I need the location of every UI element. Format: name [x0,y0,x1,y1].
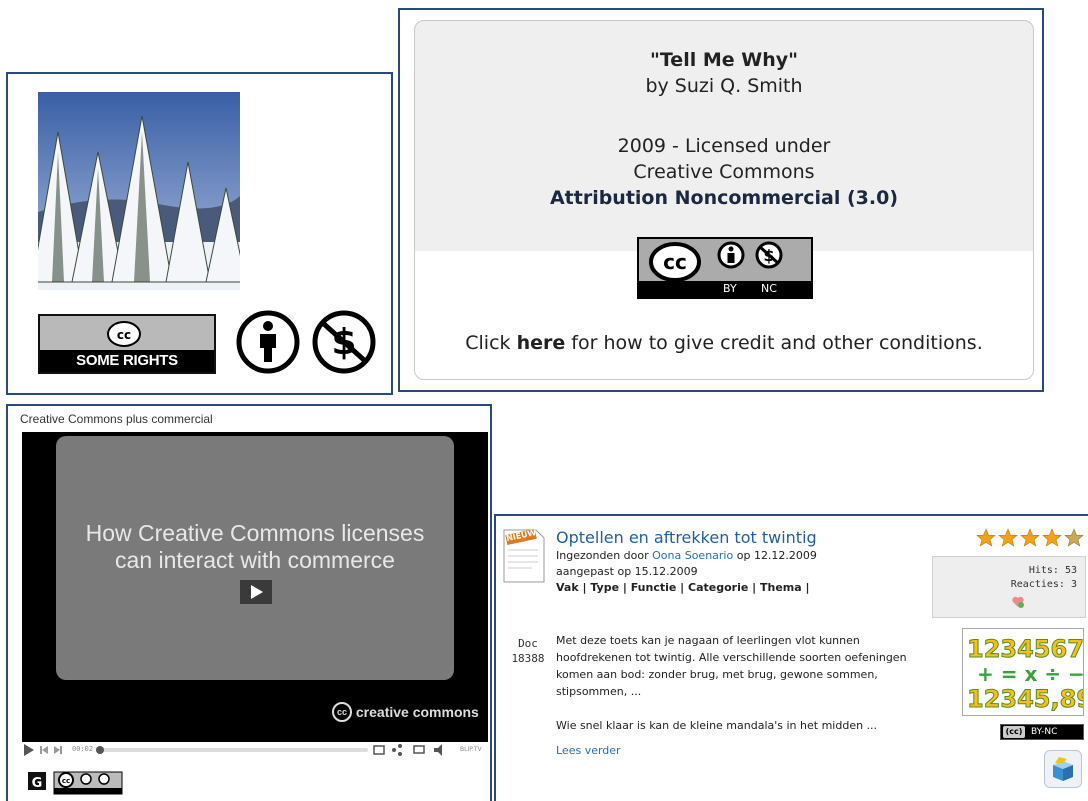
share-icon[interactable] [392,748,396,752]
cc-by-nc-license-button[interactable]: (cc) BY-NC [1000,724,1084,740]
credit-instructions: Click here for how to give credit and ot… [455,331,993,355]
license-type-line: Attribution Noncommercial (3.0) [549,187,899,209]
doc-label: Doc [518,637,538,650]
hits-count: Hits: 53 [1028,565,1077,576]
doc-number: 18388 [511,652,545,665]
svg-text:1234567890: 1234567890 [967,635,1083,663]
credit-prefix: Click [465,332,517,354]
document-description: Met deze toets kan je nagaan of leerling… [556,632,916,734]
video-title-line-1: How Creative Commons licenses [85,520,425,546]
svg-text:12345,8910: 12345,8910 [967,685,1083,713]
bottom-icons: G cc [22,766,222,796]
package-download-icon[interactable] [1044,750,1082,788]
credit-suffix: for how to give credit and other conditi… [565,332,983,354]
license-year-line: 2009 - Licensed under [617,135,831,157]
cc-license-label: BY-NC [1031,727,1058,737]
svg-text:cc: cc [117,328,131,342]
submitted-prefix: Ingezonden door [556,549,653,562]
creative-commons-logo: cc creative commons [332,702,479,722]
read-more-link[interactable]: Lees verder [556,744,621,757]
modified-date: aangepast op 15.12.2009 [556,565,698,578]
badge-by-label: BY [723,282,737,295]
svg-text:cc: cc [663,250,687,274]
license-org-line: Creative Commons [633,161,815,183]
noncommercial-icon: $ [312,310,376,374]
play-control-icon[interactable] [24,744,34,756]
document-meta: Ingezonden door Oona Soenario op 12.12.2… [556,548,817,596]
badge-nc-label: NC [761,282,777,295]
play-icon [251,585,263,599]
cc-mini-icon: (cc) [1003,726,1025,738]
numbers-illustration: 1234567890 + = x ÷ − 12345,8910 [962,628,1088,716]
attribution-by-icon [236,310,300,374]
video-panel-header: Creative Commons plus commercial [20,412,213,426]
rating-stars[interactable] [976,528,1086,548]
volume-icon[interactable] [434,744,442,756]
some-rights-reserved-text: SOME RIGHTS RESERVED [40,350,214,391]
snowy-trees-photo [38,92,240,290]
document-listing-panel: NIEUW Doc 18388 Optellen en aftrekken to… [494,514,1088,801]
video-title: How Creative Commons licenses can intera… [56,520,454,574]
work-author: by Suzi Q. Smith [645,75,803,97]
license-card: "Tell Me Why" by Suzi Q. Smith 2009 - Li… [414,20,1034,380]
some-rights-reserved-badge[interactable]: cc SOME RIGHTS RESERVED [38,314,216,391]
reactions-count[interactable]: Reacties: 3 [1011,579,1077,590]
video-player[interactable]: How Creative Commons licenses can intera… [22,432,488,742]
chapters-icon[interactable] [373,745,385,755]
cc-icon: cc [107,321,141,347]
cc-by-nc-small-badge[interactable]: cc [53,771,123,795]
document-title-link[interactable]: Optellen en aftrekken tot twintig [556,528,817,547]
author-link[interactable]: Oona Soenario [652,549,733,562]
video-embed-panel: Creative Commons plus commercial How Cre… [6,404,492,801]
cc-by-nc-badge[interactable]: cc $ BY NC [637,237,813,299]
svg-text:cc: cc [62,777,70,785]
svg-text:G: G [32,776,43,791]
video-time: 00:02 [72,745,94,753]
work-title: "Tell Me Why" [649,49,799,71]
svg-text:+ = x ÷ −: + = x ÷ − [977,662,1083,686]
heart-icon[interactable] [1011,595,1025,609]
credit-here-link[interactable]: here [517,332,566,354]
stats-box: Hits: 53 Reacties: 3 [932,556,1086,618]
cc-some-rights-panel: cc SOME RIGHTS RESERVED $ [6,72,393,395]
video-title-line-2: can interact with commerce [115,547,395,573]
play-button[interactable] [240,580,272,604]
video-screen[interactable]: How Creative Commons licenses can intera… [56,436,454,680]
badge-strip: BY NC [639,281,811,297]
document-id: Doc 18388 [508,636,548,666]
description-paragraph-2: Wie snel klaar is kan de kleine mandala'… [556,719,878,732]
bliptv-brand: BLIP.TV [460,746,482,753]
scrubber-handle[interactable] [96,746,104,754]
creative-commons-text: creative commons [355,704,479,720]
description-paragraph-1: Met deze toets kan je nagaan of leerling… [556,634,907,698]
license-info-panel: "Tell Me Why" by Suzi Q. Smith 2009 - Li… [398,8,1044,392]
new-document-icon: NIEUW [502,528,546,584]
player-controls: 00:02 BLIP.TV [22,742,488,758]
screen-icon[interactable] [413,745,425,754]
submitted-date: op 12.12.2009 [733,549,817,562]
category-tags[interactable]: Vak | Type | Functie | Categorie | Thema… [556,581,810,594]
